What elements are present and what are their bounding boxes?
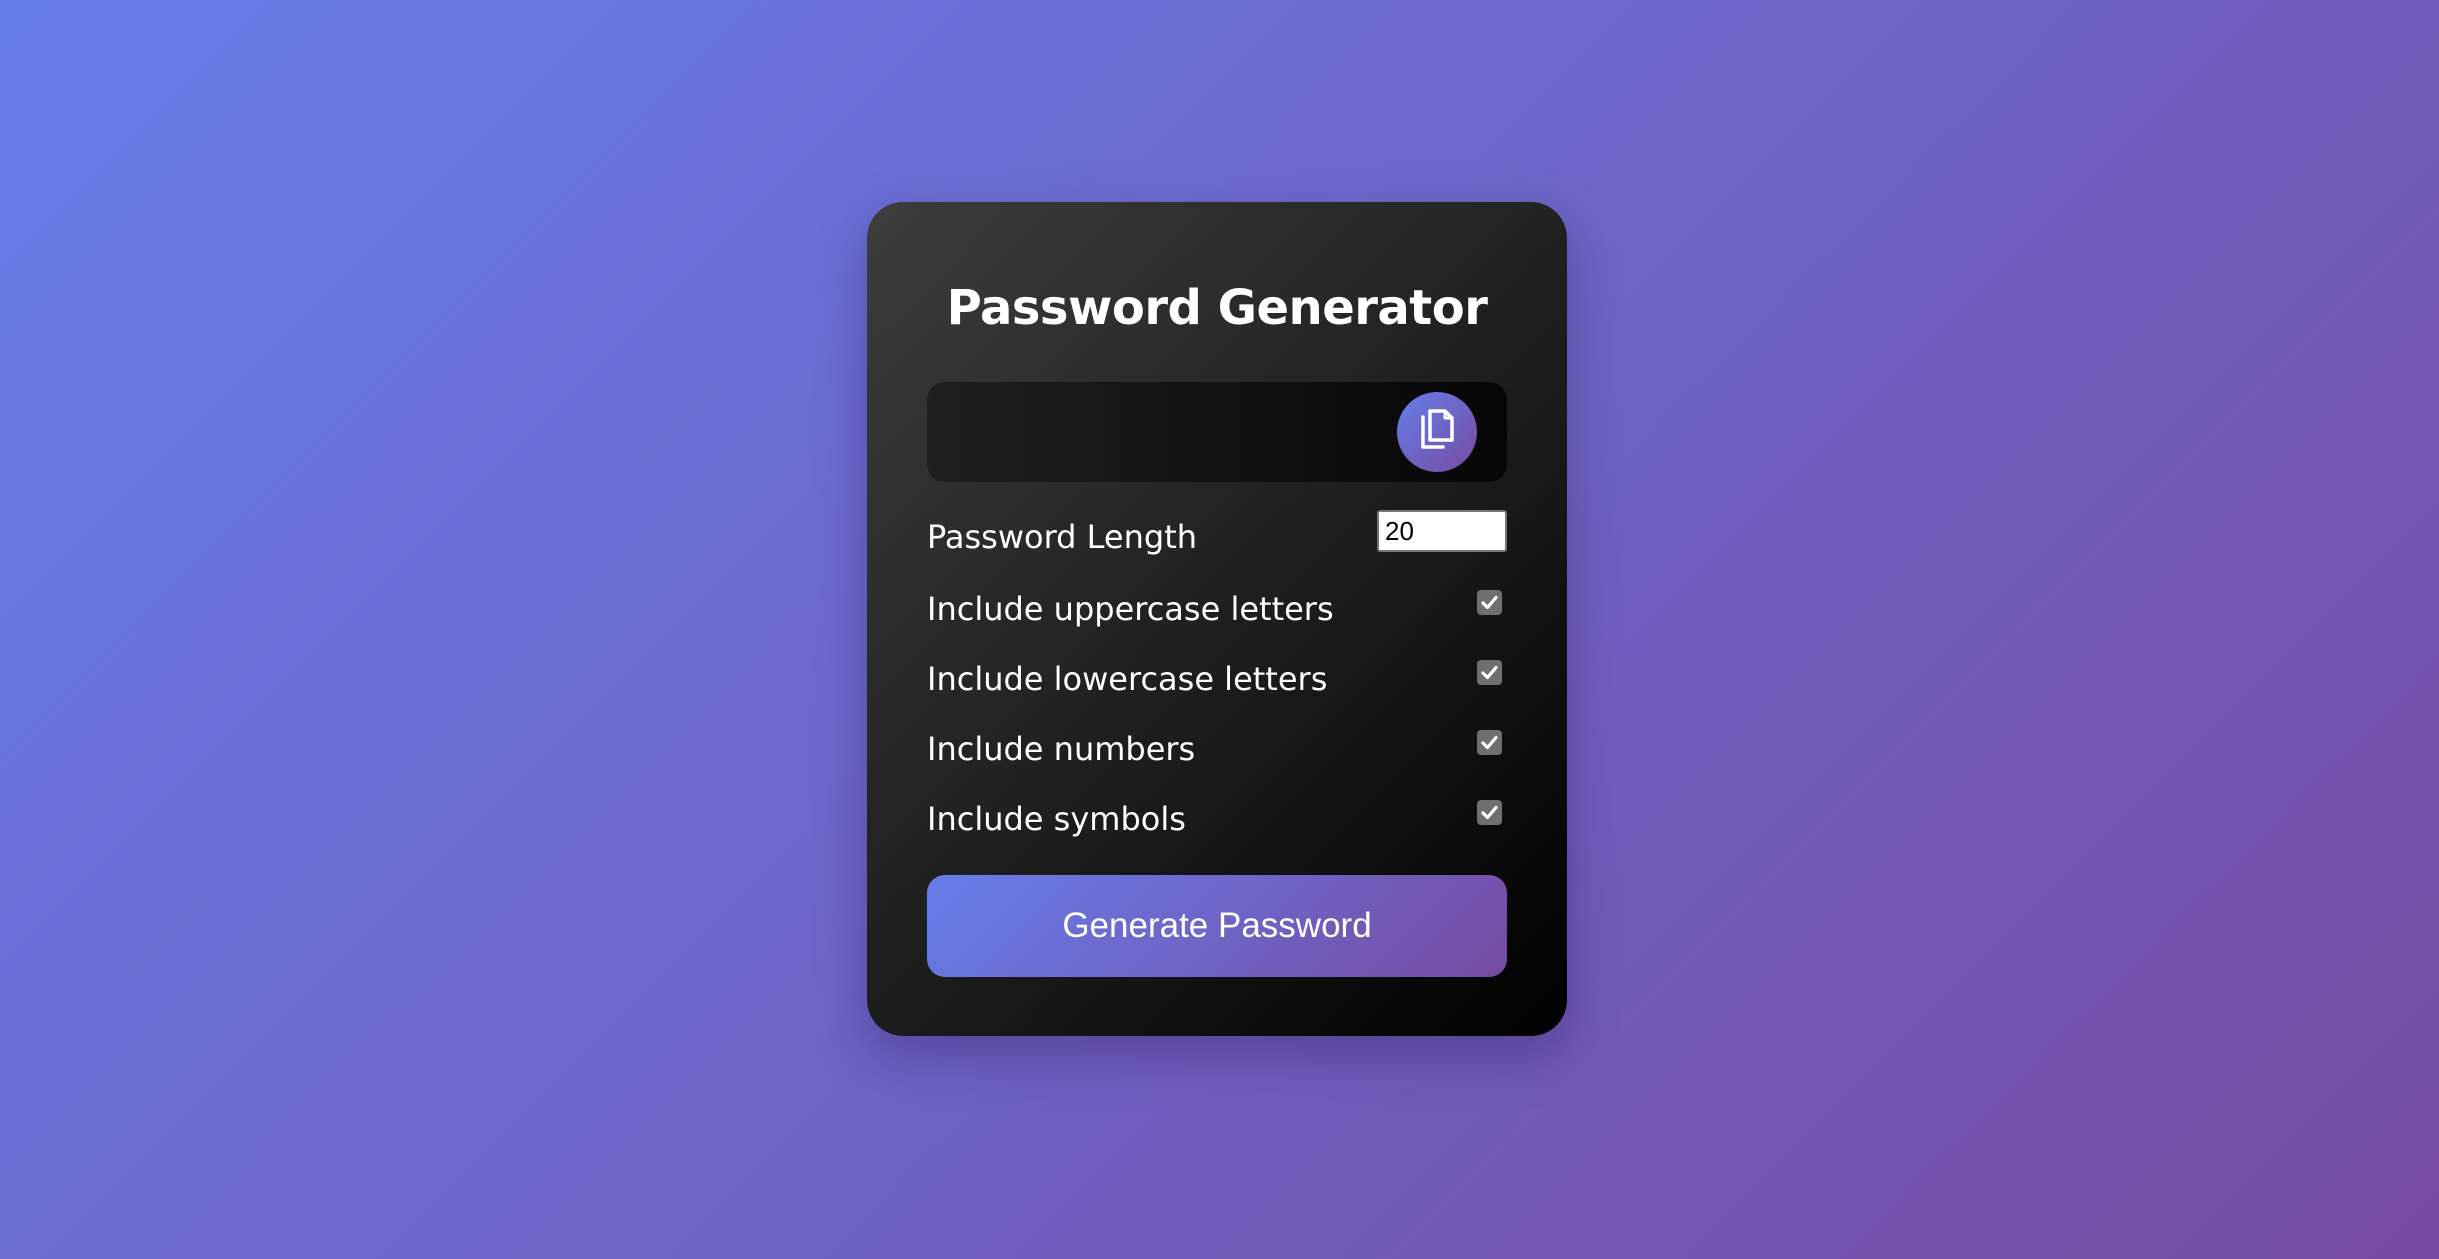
option-uppercase-row: Include uppercase letters xyxy=(927,582,1507,632)
option-symbols-row: Include symbols xyxy=(927,792,1507,842)
option-lowercase-label: Include lowercase letters xyxy=(927,660,1328,698)
option-symbols-label: Include symbols xyxy=(927,800,1186,838)
password-result-display xyxy=(927,382,1507,482)
copy-button[interactable] xyxy=(1397,392,1477,472)
option-lowercase-row: Include lowercase letters xyxy=(927,652,1507,702)
option-uppercase-label: Include uppercase letters xyxy=(927,590,1334,628)
uppercase-checkbox[interactable] xyxy=(1477,590,1502,615)
option-numbers-label: Include numbers xyxy=(927,730,1196,768)
generate-password-button[interactable]: Generate Password xyxy=(927,875,1507,977)
option-numbers-row: Include numbers xyxy=(927,722,1507,772)
copy-icon xyxy=(1417,408,1457,456)
check-icon xyxy=(1481,595,1498,610)
check-icon xyxy=(1481,805,1498,820)
length-row: Password Length xyxy=(927,510,1507,560)
page-title: Password Generator xyxy=(946,280,1488,336)
lowercase-checkbox[interactable] xyxy=(1477,660,1502,685)
length-label: Password Length xyxy=(927,518,1198,556)
length-input[interactable] xyxy=(1377,510,1507,552)
check-icon xyxy=(1481,735,1498,750)
symbols-checkbox[interactable] xyxy=(1477,800,1502,825)
password-generator-card: Password Generator Password Length Inclu… xyxy=(867,202,1567,1036)
check-icon xyxy=(1481,665,1498,680)
numbers-checkbox[interactable] xyxy=(1477,730,1502,755)
